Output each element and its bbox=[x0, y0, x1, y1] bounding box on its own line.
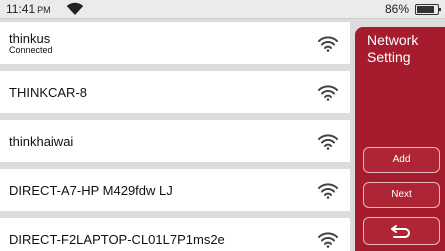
time-ampm: PM bbox=[37, 5, 51, 15]
network-row[interactable]: DIRECT-A7-HP M429fdw LJ bbox=[0, 169, 350, 211]
network-row[interactable]: thinkus Connected bbox=[0, 22, 350, 64]
add-button[interactable]: Add bbox=[363, 147, 440, 173]
status-time: 11:41 PM bbox=[6, 2, 51, 16]
network-ssid: thinkhaiwai bbox=[9, 134, 74, 149]
network-ssid: DIRECT-F2LAPTOP-CL01L7P1ms2e bbox=[9, 232, 225, 247]
wifi-icon bbox=[318, 134, 338, 150]
back-button[interactable] bbox=[363, 217, 440, 245]
panel-title: Network Setting bbox=[367, 32, 419, 65]
wifi-icon bbox=[318, 183, 338, 199]
network-ssid: DIRECT-A7-HP M429fdw LJ bbox=[9, 183, 173, 198]
wifi-icon bbox=[318, 232, 338, 248]
network-ssid: thinkus bbox=[9, 31, 51, 46]
battery-fill bbox=[417, 6, 435, 13]
next-button[interactable]: Next bbox=[363, 182, 440, 208]
network-row[interactable]: thinkhaiwai bbox=[0, 120, 350, 162]
wifi-icon bbox=[66, 2, 84, 15]
wifi-icon bbox=[318, 85, 338, 101]
back-arrow-icon bbox=[391, 225, 410, 238]
battery-icon bbox=[415, 4, 441, 15]
network-list[interactable]: thinkus Connected THINKCAR-8 thinkhaiwai… bbox=[0, 20, 350, 251]
status-bar: 11:41 PM 86% bbox=[0, 0, 445, 19]
network-row[interactable]: THINKCAR-8 bbox=[0, 71, 350, 113]
wifi-icon bbox=[318, 36, 338, 52]
time-value: 11:41 bbox=[6, 2, 36, 16]
battery-percent: 86% bbox=[384, 2, 409, 16]
network-row[interactable]: DIRECT-F2LAPTOP-CL01L7P1ms2e bbox=[0, 218, 350, 251]
network-ssid: THINKCAR-8 bbox=[9, 85, 88, 100]
network-status: Connected bbox=[9, 45, 53, 55]
side-panel: Network Setting Add Next bbox=[355, 27, 445, 251]
